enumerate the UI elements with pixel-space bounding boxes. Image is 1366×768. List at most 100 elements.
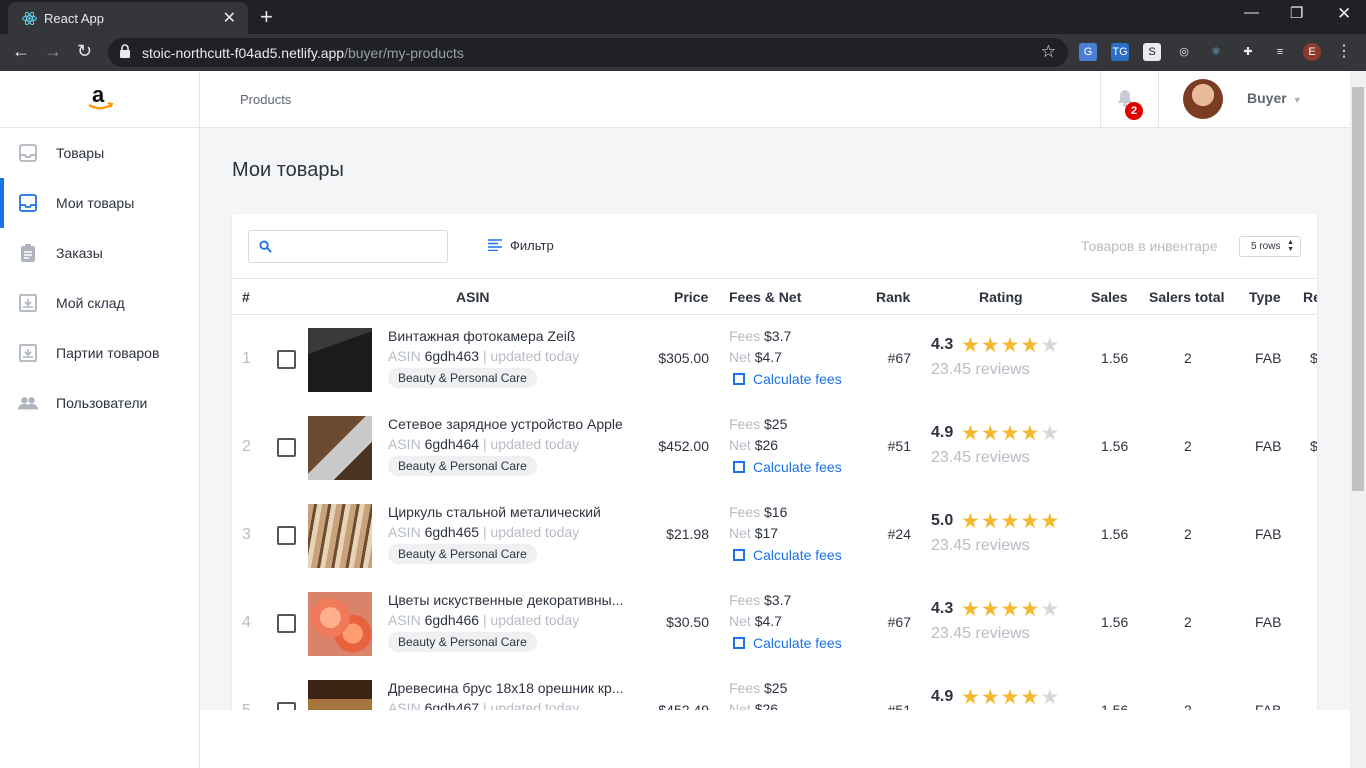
fees: Fees $16	[729, 504, 787, 520]
col-price[interactable]: Price	[674, 289, 708, 305]
rows-per-page-select[interactable]: 5 rows ▲ ▼	[1239, 236, 1301, 257]
sidebar-item-5[interactable]: Пользователи	[0, 378, 199, 428]
forward-icon[interactable]: →	[44, 41, 62, 62]
inventory-label: Товаров в инвентаре	[1081, 238, 1218, 254]
s-extension-icon[interactable]: S	[1143, 43, 1161, 61]
col-extra[interactable]: Re	[1303, 289, 1317, 305]
col-type[interactable]: Type	[1249, 289, 1281, 305]
net-value: $17	[754, 525, 779, 541]
col-fees-net[interactable]: Fees & Net	[729, 289, 801, 305]
avatar[interactable]	[1183, 79, 1223, 119]
sales: 1.56	[1101, 614, 1129, 630]
product-name[interactable]: Древесина брус 18х18 орешник кр...	[388, 680, 624, 696]
product-name[interactable]: Цветы искуственные декоративны...	[388, 592, 623, 608]
product-thumbnail[interactable]	[308, 504, 372, 568]
inbox-icon	[19, 194, 37, 212]
breadcrumb[interactable]: Products	[240, 92, 291, 107]
target-extension-icon[interactable]: ◎	[1175, 43, 1193, 61]
page-scrollbar[interactable]	[1350, 71, 1366, 768]
profile-avatar-icon[interactable]: E	[1303, 43, 1321, 61]
user-menu[interactable]: Buyer ▼	[1247, 90, 1302, 106]
search-box[interactable]	[248, 230, 448, 263]
back-icon[interactable]: ←	[12, 41, 30, 62]
product-thumbnail[interactable]	[308, 416, 372, 480]
reload-icon[interactable]: ↻	[77, 41, 92, 62]
calendar-extension-icon[interactable]: TG	[1111, 43, 1129, 61]
sidebar-item-4[interactable]: Партии товаров	[0, 328, 199, 378]
product-thumbnail[interactable]	[308, 328, 372, 392]
sidebar-item-0[interactable]: Товары	[0, 128, 199, 178]
type: FAB	[1255, 614, 1282, 630]
col-sales[interactable]: Sales	[1091, 289, 1128, 305]
calculate-fees-link[interactable]: Calculate fees	[733, 459, 842, 475]
star-icon: ★	[1020, 686, 1041, 709]
amazon-logo[interactable]: a	[0, 71, 199, 128]
calculate-fees-link[interactable]: Calculate fees	[733, 635, 842, 651]
calculator-icon	[733, 373, 745, 385]
close-tab-icon[interactable]: ✕	[223, 8, 236, 28]
row-checkbox[interactable]	[277, 526, 296, 545]
asin-label: ASIN	[388, 612, 421, 628]
svg-text:a: a	[92, 83, 105, 107]
star-icon: ★	[1000, 686, 1021, 709]
table-row[interactable]: 4 Цветы искуственные декоративны... ASIN 6…	[232, 579, 1317, 667]
row-checkbox[interactable]	[277, 438, 296, 457]
fees-value: $3.7	[764, 592, 792, 608]
url-path: /buyer/my-products	[344, 45, 464, 61]
search-input[interactable]	[279, 237, 439, 257]
extra-column-value: $	[1310, 350, 1317, 366]
table-row[interactable]: 1 Винтажная фотокамера Zeiß ASIN 6gdh463 |…	[232, 315, 1317, 403]
col-salers-total[interactable]: Salers total	[1149, 289, 1224, 305]
filter-button[interactable]: Фильтр	[488, 238, 554, 253]
row-checkbox[interactable]	[277, 350, 296, 369]
calculate-fees-link[interactable]: Calculate fees	[733, 371, 842, 387]
col-asin[interactable]: ASIN	[456, 289, 489, 305]
extensions-puzzle-icon[interactable]: ✚	[1239, 43, 1257, 61]
product-name[interactable]: Винтажная фотокамера Zeiß	[388, 328, 575, 344]
window-close-icon[interactable]: ✕	[1337, 4, 1351, 24]
category-badge: Beauty & Personal Care	[388, 368, 537, 388]
minimize-icon[interactable]: —	[1244, 4, 1259, 21]
calculate-fees-link[interactable]: Calculate fees	[733, 547, 842, 563]
star-icon: ★	[1040, 510, 1061, 533]
notifications-button[interactable]: 2	[1100, 71, 1159, 128]
col-num[interactable]: #	[242, 289, 250, 305]
sidebar-item-2[interactable]: Заказы	[0, 228, 199, 278]
product-thumbnail[interactable]	[308, 592, 372, 656]
notification-badge: 2	[1125, 102, 1143, 120]
row-checkbox[interactable]	[277, 614, 296, 633]
page-title: Мои товары	[232, 159, 344, 181]
star-icon: ★	[1040, 422, 1061, 445]
reviews-count[interactable]: 23.45 reviews	[931, 449, 1030, 467]
reviews-count[interactable]: 23.45 reviews	[931, 537, 1030, 555]
table-row[interactable]: 3 Циркуль стальной металический ASIN 6gdh4…	[232, 491, 1317, 579]
col-rating[interactable]: Rating	[979, 289, 1023, 305]
browser-tab[interactable]: React App ✕	[8, 2, 248, 34]
reviews-count[interactable]: 23.45 reviews	[931, 361, 1030, 379]
col-rank[interactable]: Rank	[876, 289, 910, 305]
react-devtools-icon[interactable]: ⚛	[1207, 43, 1225, 61]
star-icon: ★	[980, 686, 1001, 709]
new-tab-icon[interactable]: +	[260, 4, 273, 30]
product-name[interactable]: Циркуль стальной металический	[388, 504, 601, 520]
reviews-count[interactable]: 23.45 reviews	[931, 625, 1030, 643]
translate-extension-icon[interactable]: G	[1079, 43, 1097, 61]
tab-title: React App	[44, 11, 104, 26]
products-card: Фильтр Товаров в инвентаре 5 rows ▲ ▼ # AS…	[232, 214, 1317, 768]
star-icon: ★	[980, 510, 1001, 533]
extra-column-value: $	[1310, 438, 1317, 454]
archive-icon	[19, 294, 37, 312]
bookmark-star-icon[interactable]: ☆	[1041, 42, 1056, 62]
restore-icon[interactable]: ❐	[1290, 4, 1303, 22]
star-icon: ★	[1020, 598, 1041, 621]
sidebar-item-3[interactable]: Мой склад	[0, 278, 199, 328]
browser-menu-icon[interactable]: ⋮	[1335, 43, 1353, 61]
table-row[interactable]: 2 Сетевое зарядное устройство Apple ASIN 6…	[232, 403, 1317, 491]
scrollbar-thumb[interactable]	[1352, 87, 1364, 491]
product-name[interactable]: Сетевое зарядное устройство Apple	[388, 416, 623, 432]
address-bar[interactable]: stoic-northcutt-f04ad5.netlify.app/buyer…	[108, 38, 1068, 67]
media-control-icon[interactable]: ≡	[1271, 43, 1289, 61]
sidebar-item-1[interactable]: Мои товары	[0, 178, 199, 228]
rank: #67	[887, 614, 911, 630]
sidebar-item-label: Мои товары	[56, 195, 135, 211]
